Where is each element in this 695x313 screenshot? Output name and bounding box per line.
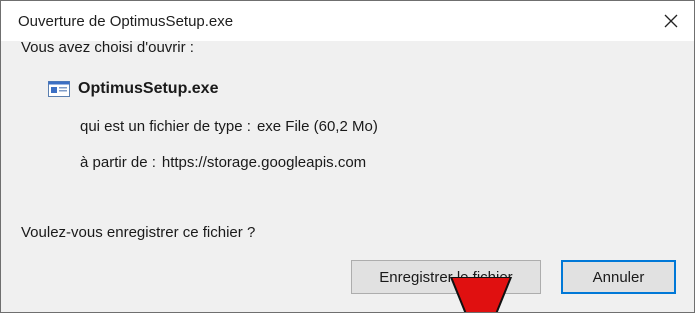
exe-file-icon (48, 81, 70, 97)
file-type-row: qui est un fichier de type : exe File (60… (80, 118, 378, 135)
file-type-label: qui est un fichier de type : (80, 118, 251, 135)
close-icon (664, 14, 678, 28)
file-type-value: exe File (60,2 Mo) (256, 118, 378, 135)
file-name: OptimusSetup.exe (78, 80, 219, 97)
cancel-button[interactable]: Annuler (561, 260, 676, 294)
download-dialog: Ouverture de OptimusSetup.exe Vous avez … (0, 0, 695, 313)
save-question: Voulez-vous enregistrer ce fichier ? (21, 224, 256, 241)
close-button[interactable] (648, 1, 694, 41)
red-arrow-annotation (449, 277, 513, 312)
dialog-title: Ouverture de OptimusSetup.exe (18, 13, 234, 30)
intro-text: Vous avez choisi d'ouvrir : (21, 39, 194, 56)
file-source-row: à partir de : https://storage.googleapis.… (80, 154, 366, 171)
title-bar: Ouverture de OptimusSetup.exe (1, 1, 694, 41)
file-source-value: https://storage.googleapis.com (161, 154, 367, 171)
file-source-label: à partir de : (80, 154, 156, 171)
file-row: OptimusSetup.exe (48, 80, 218, 98)
